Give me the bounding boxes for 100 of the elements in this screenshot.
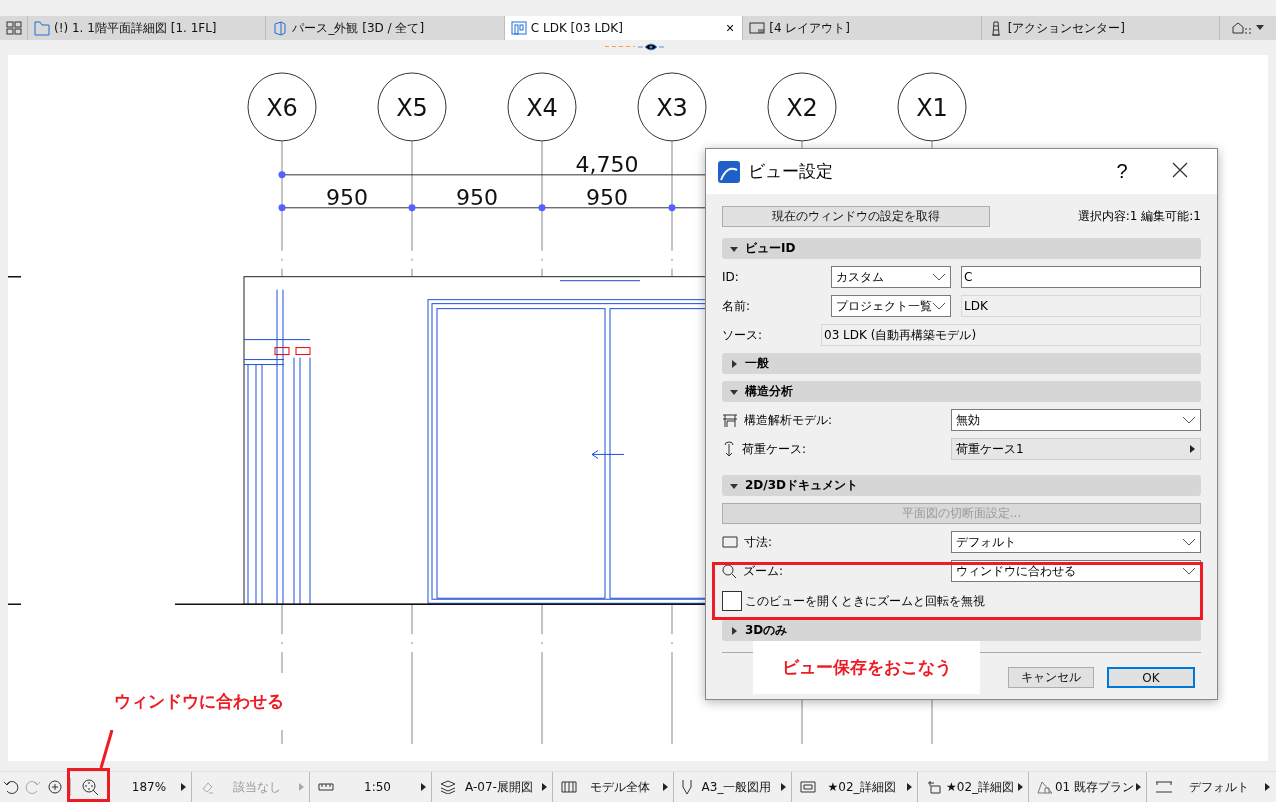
fit-zoom-icon <box>81 778 99 796</box>
pen-icon <box>682 779 692 795</box>
callout-label: ビュー保存をおこなう <box>753 641 980 694</box>
caret-icon[interactable] <box>730 359 738 368</box>
dropdown[interactable]: 無効 <box>951 409 1201 431</box>
status-value[interactable]: A-07-展開図 <box>456 778 542 796</box>
name-input-field[interactable]: LDK <box>961 295 1201 317</box>
frame-icon <box>800 781 816 793</box>
dimension-text: 4,750 <box>575 151 639 177</box>
caret-down-icon <box>1256 25 1265 31</box>
grid-marker: X6 <box>247 72 317 142</box>
load-arrow-icon <box>722 441 736 457</box>
tab-label: (!) 1. 1階平面詳細図 [1. 1FL] <box>54 19 218 37</box>
eye-icon[interactable] <box>638 42 664 52</box>
caret-icon[interactable] <box>730 481 738 490</box>
app-logo-icon <box>718 160 740 183</box>
field-label: ソース: <box>722 326 764 344</box>
chevron-down-icon <box>1182 538 1196 546</box>
highlight-frame <box>67 768 110 802</box>
caret-right-icon <box>181 783 187 791</box>
id-dropdown[interactable]: カスタム <box>831 266 951 288</box>
grid-marker: X2 <box>767 72 837 142</box>
dropdown[interactable]: デフォルト <box>951 531 1201 553</box>
caret-icon[interactable] <box>730 244 738 253</box>
marker-dash-icon <box>605 45 635 48</box>
status-value[interactable]: モデル全体 <box>577 778 663 796</box>
caret-right-icon <box>1136 783 1142 791</box>
field-label: 名前: <box>722 297 752 315</box>
tab-label: C LDK [03 LDK] <box>530 21 624 35</box>
section-header[interactable]: 3Dのみ <box>722 620 1201 641</box>
caret-right-icon <box>1190 445 1196 453</box>
caret-right-icon <box>1265 783 1271 791</box>
status-value[interactable]: ★02_詳細図 <box>942 778 1018 796</box>
id-input-field[interactable]: C <box>961 266 1201 288</box>
close-tab-button[interactable]: × <box>724 20 737 36</box>
rotate-right-icon <box>25 779 41 795</box>
submenu-field[interactable]: 荷重ケース1 <box>951 438 1201 460</box>
field-label: 寸法: <box>744 533 773 551</box>
cube-icon <box>272 20 289 36</box>
tab-label: パース_外観 [3D / 全て] <box>292 19 426 37</box>
source-field: 03 LDK (自動再構築モデル) <box>821 324 1201 346</box>
zoom-in-icon <box>47 779 63 795</box>
grid-marker: X4 <box>507 72 577 142</box>
dimension-icon <box>1155 781 1173 793</box>
override-icon <box>926 780 942 794</box>
field-label: 構造解析モデル: <box>744 411 833 429</box>
section-header[interactable]: 構造分析 <box>722 381 1201 402</box>
selection-info: 選択内容:1 編集可能:1 <box>1077 208 1201 225</box>
grid-marker: X1 <box>897 72 967 142</box>
elevation-icon <box>510 20 527 36</box>
house-list-icon <box>1232 21 1253 35</box>
caret-right-icon <box>781 783 787 791</box>
field-label: ID: <box>722 270 740 284</box>
dimension-text: 950 <box>586 184 628 210</box>
section-header[interactable]: 一般 <box>722 353 1201 374</box>
cancel-button[interactable]: キャンセル <box>1008 667 1094 688</box>
fetch-settings-button[interactable]: 現在のウィンドウの設定を取得 <box>722 206 990 227</box>
caret-right-icon <box>421 783 427 791</box>
caret-right-icon <box>1018 783 1024 791</box>
checkbox-label: このビューを開くときにズームと回転を無視 <box>745 592 985 610</box>
ruler-icon <box>318 783 334 791</box>
dialog-title: ビュー設定 <box>748 160 834 183</box>
caret-icon[interactable] <box>730 626 738 635</box>
section-header[interactable]: 2D/3Dドキュメント <box>722 475 1201 496</box>
dimension-text: 950 <box>456 184 498 210</box>
hatch-icon <box>561 781 577 793</box>
leader-line <box>98 730 114 770</box>
search-icon <box>722 563 737 579</box>
help-button[interactable]: ? <box>1097 159 1147 184</box>
grid-marker: X3 <box>637 72 707 142</box>
status-value[interactable]: A3_一般図用 <box>692 778 781 796</box>
ok-button[interactable]: OK <box>1107 667 1195 688</box>
status-value[interactable]: 01 既存プラン <box>1053 778 1136 796</box>
caret-right-icon <box>542 783 548 791</box>
dimension-icon <box>722 536 738 548</box>
caret-right-icon <box>907 783 913 791</box>
caret-right-icon <box>299 783 305 791</box>
caret-icon[interactable] <box>730 387 738 396</box>
section-header[interactable]: ビューID <box>722 238 1201 259</box>
frame-structure-icon <box>722 412 738 428</box>
checkbox[interactable] <box>722 591 742 611</box>
field-label: ズーム: <box>743 562 784 580</box>
view-tab[interactable]: C LDK [03 LDK] × <box>504 16 744 40</box>
rotate-left-icon <box>3 779 19 795</box>
chevron-down-icon <box>1182 567 1196 575</box>
status-value[interactable]: 1:50 <box>334 780 421 794</box>
status-value[interactable]: ★02_詳細図 <box>816 778 907 796</box>
layout-sheet-icon <box>749 20 766 36</box>
layers-icon <box>440 780 456 794</box>
status-value[interactable]: 187% <box>117 780 181 794</box>
chevron-down-icon <box>932 302 946 310</box>
tab-label: [アクションセンター] <box>1007 19 1126 37</box>
caret-right-icon <box>663 783 669 791</box>
name-dropdown[interactable]: プロジェクト一覧 <box>831 295 951 317</box>
close-icon <box>1172 162 1188 178</box>
grid-icon <box>5 21 22 35</box>
field-label: 荷重ケース: <box>742 440 807 458</box>
chevron-down-icon <box>932 273 946 281</box>
dimension-text: 950 <box>326 184 368 210</box>
status-value[interactable]: デフォルト <box>1173 778 1265 796</box>
